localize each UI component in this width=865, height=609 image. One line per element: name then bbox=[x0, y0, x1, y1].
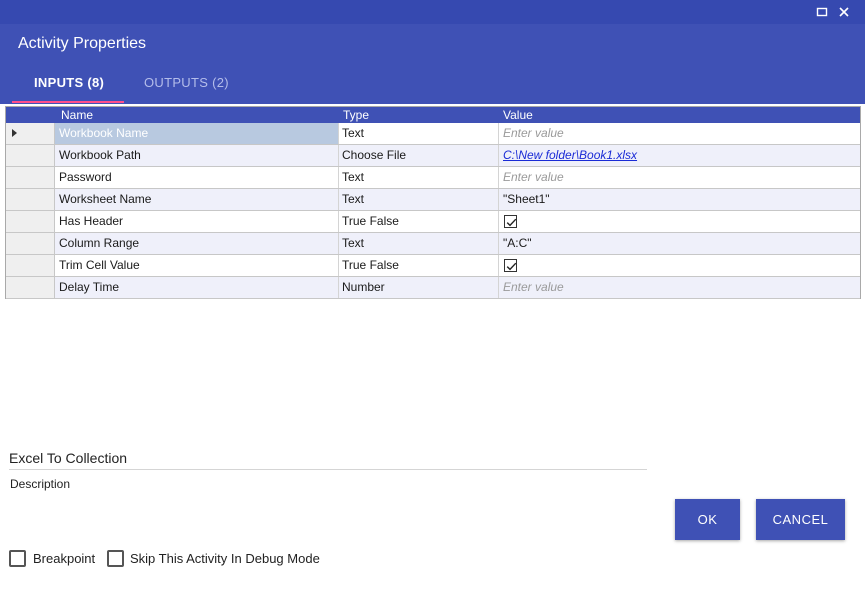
breakpoint-label[interactable]: Breakpoint bbox=[33, 551, 95, 566]
property-type: Choose File bbox=[339, 145, 499, 166]
trim-cell-value-checkbox[interactable] bbox=[504, 259, 517, 272]
properties-grid: Name Type Value Workbook Name Text Enter… bbox=[5, 106, 861, 299]
property-type: Text bbox=[339, 167, 499, 188]
property-name[interactable]: Worksheet Name bbox=[55, 189, 339, 210]
activity-properties-dialog: Activity Properties INPUTS (8) OUTPUTS (… bbox=[0, 0, 865, 609]
column-header-name[interactable]: Name bbox=[61, 108, 93, 122]
property-value-cell bbox=[499, 211, 860, 232]
property-name[interactable]: Workbook Name bbox=[55, 123, 339, 144]
property-value-input[interactable]: Enter value bbox=[499, 123, 860, 144]
property-value-input[interactable]: "A:C" bbox=[499, 233, 860, 254]
property-value-input[interactable]: Enter value bbox=[499, 277, 860, 298]
row-header[interactable] bbox=[6, 167, 55, 188]
active-tab-indicator bbox=[12, 101, 124, 103]
property-name[interactable]: Has Header bbox=[55, 211, 339, 232]
property-type: Text bbox=[339, 123, 499, 144]
property-type: Text bbox=[339, 189, 499, 210]
property-name[interactable]: Password bbox=[55, 167, 339, 188]
grid-row[interactable]: Has Header True False bbox=[6, 211, 860, 233]
cancel-button[interactable]: CANCEL bbox=[756, 499, 845, 540]
activity-name-field[interactable]: Excel To Collection bbox=[9, 450, 127, 466]
activity-name-underline bbox=[9, 469, 647, 470]
grid-row[interactable]: Password Text Enter value bbox=[6, 167, 860, 189]
property-type: True False bbox=[339, 255, 499, 276]
property-value-input[interactable]: "Sheet1" bbox=[499, 189, 860, 210]
property-type: True False bbox=[339, 211, 499, 232]
grid-row[interactable]: Workbook Name Text Enter value bbox=[6, 123, 860, 145]
property-name[interactable]: Column Range bbox=[55, 233, 339, 254]
dialog-header: Activity Properties INPUTS (8) OUTPUTS (… bbox=[0, 24, 865, 104]
checkmark-icon bbox=[506, 218, 517, 227]
property-name[interactable]: Workbook Path bbox=[55, 145, 339, 166]
tab-outputs[interactable]: OUTPUTS (2) bbox=[144, 75, 229, 90]
property-value-input[interactable]: Enter value bbox=[499, 167, 860, 188]
row-header[interactable] bbox=[6, 189, 55, 210]
skip-debug-label[interactable]: Skip This Activity In Debug Mode bbox=[130, 551, 320, 566]
row-header[interactable] bbox=[6, 123, 55, 144]
column-header-value[interactable]: Value bbox=[503, 108, 533, 122]
grid-row[interactable]: Worksheet Name Text "Sheet1" bbox=[6, 189, 860, 211]
window-title-bar bbox=[0, 0, 865, 24]
file-path-link[interactable]: C:\New folder\Book1.xlsx bbox=[499, 145, 860, 166]
row-header[interactable] bbox=[6, 255, 55, 276]
row-header[interactable] bbox=[6, 145, 55, 166]
has-header-checkbox[interactable] bbox=[504, 215, 517, 228]
grid-header: Name Type Value bbox=[6, 107, 860, 123]
tab-inputs[interactable]: INPUTS (8) bbox=[34, 75, 104, 90]
grid-row[interactable]: Delay Time Number Enter value bbox=[6, 277, 860, 299]
property-type: Number bbox=[339, 277, 499, 298]
column-header-type[interactable]: Type bbox=[343, 108, 369, 122]
breakpoint-checkbox[interactable] bbox=[9, 550, 26, 567]
row-header[interactable] bbox=[6, 277, 55, 298]
row-header[interactable] bbox=[6, 211, 55, 232]
maximize-icon[interactable] bbox=[814, 4, 830, 20]
current-row-arrow-icon bbox=[12, 129, 17, 137]
row-header[interactable] bbox=[6, 233, 55, 254]
dialog-title: Activity Properties bbox=[18, 35, 147, 52]
ok-button[interactable]: OK bbox=[675, 499, 740, 540]
grid-row[interactable]: Trim Cell Value True False bbox=[6, 255, 860, 277]
description-field[interactable]: Description bbox=[10, 477, 70, 491]
skip-debug-checkbox[interactable] bbox=[107, 550, 124, 567]
property-value-cell bbox=[499, 255, 860, 276]
property-type: Text bbox=[339, 233, 499, 254]
grid-row[interactable]: Column Range Text "A:C" bbox=[6, 233, 860, 255]
close-icon[interactable] bbox=[836, 4, 852, 20]
property-name[interactable]: Trim Cell Value bbox=[55, 255, 339, 276]
grid-row[interactable]: Workbook Path Choose File C:\New folder\… bbox=[6, 145, 860, 167]
property-name[interactable]: Delay Time bbox=[55, 277, 339, 298]
checkmark-icon bbox=[506, 262, 517, 271]
